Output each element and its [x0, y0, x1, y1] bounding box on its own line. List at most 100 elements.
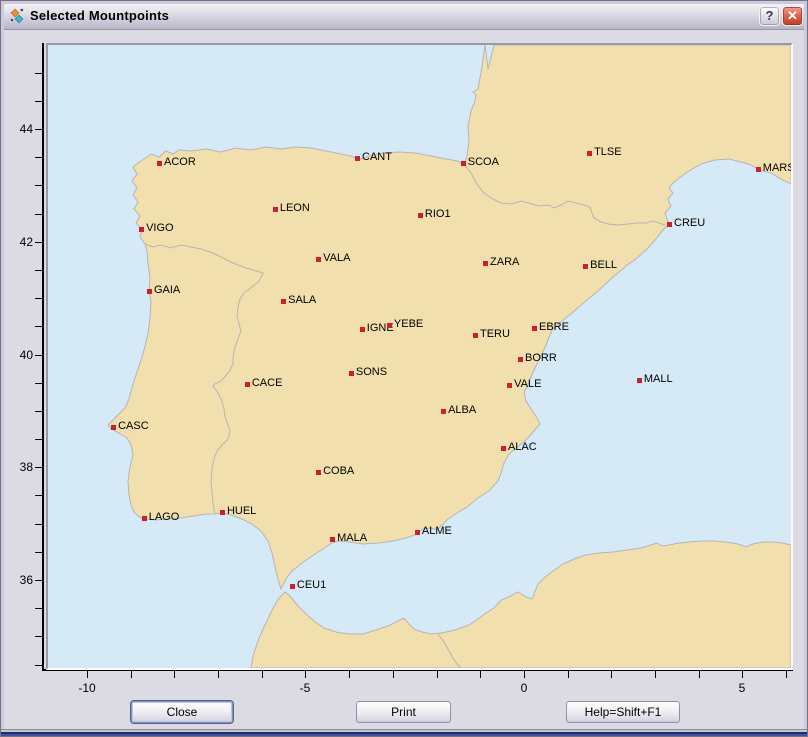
- station-label: YEBE: [394, 318, 423, 331]
- station-marker-alba[interactable]: [441, 409, 446, 414]
- dialog-window: Selected Mountpoints ? ✕ -10-50536384042…: [0, 0, 808, 737]
- station-label: BELL: [590, 259, 617, 272]
- station-marker-vale[interactable]: [507, 383, 512, 388]
- ytick: [35, 242, 42, 243]
- station-marker-mala[interactable]: [330, 537, 335, 542]
- station-marker-alac[interactable]: [501, 446, 506, 451]
- station-marker-leon[interactable]: [273, 207, 278, 212]
- title-bar[interactable]: Selected Mountpoints ? ✕: [2, 2, 808, 30]
- station-marker-cant[interactable]: [355, 156, 360, 161]
- ytick: [35, 101, 42, 102]
- ylabel: 42: [4, 235, 33, 249]
- ytick: [35, 636, 42, 637]
- station-label: GAIA: [154, 284, 180, 297]
- station-marker-mars[interactable]: [756, 167, 761, 172]
- xlabel: 0: [504, 681, 544, 695]
- xtick: [699, 671, 700, 678]
- station-marker-coba[interactable]: [316, 470, 321, 475]
- station-marker-huel[interactable]: [220, 510, 225, 515]
- window-title: Selected Mountpoints: [30, 8, 169, 23]
- titlebar-help-button[interactable]: ?: [759, 6, 780, 26]
- station-marker-vigo[interactable]: [139, 227, 144, 232]
- station-marker-tlse[interactable]: [587, 151, 592, 156]
- ytick: [35, 495, 42, 496]
- station-marker-zara[interactable]: [483, 261, 488, 266]
- station-marker-cace[interactable]: [245, 382, 250, 387]
- station-label: SCOA: [468, 156, 499, 169]
- print-button[interactable]: Print: [356, 701, 451, 723]
- station-marker-bell[interactable]: [583, 264, 588, 269]
- xtick: [742, 671, 743, 678]
- station-label: VALA: [323, 252, 350, 265]
- ytick: [35, 467, 42, 468]
- station-marker-ebre[interactable]: [532, 326, 537, 331]
- map-canvas[interactable]: ACORCANTSCOATLSEMARSLEONRIO1CREUVIGOVALA…: [48, 45, 791, 668]
- station-marker-sons[interactable]: [349, 371, 354, 376]
- station-marker-casc[interactable]: [111, 425, 116, 430]
- xtick: [174, 671, 175, 678]
- xtick: [611, 671, 612, 678]
- station-marker-mall[interactable]: [637, 378, 642, 383]
- xtick: [480, 671, 481, 678]
- station-label: MALL: [644, 373, 673, 386]
- station-label: ALME: [422, 525, 452, 538]
- station-marker-rio1[interactable]: [418, 213, 423, 218]
- xlabel: -10: [67, 681, 107, 695]
- station-marker-borr[interactable]: [518, 357, 523, 362]
- ylabel: 44: [4, 122, 33, 136]
- ytick: [35, 439, 42, 440]
- station-marker-ceu1[interactable]: [290, 584, 295, 589]
- ytick: [35, 270, 42, 271]
- xtick: [87, 671, 88, 678]
- xtick: [568, 671, 569, 678]
- help-button[interactable]: Help=Shift+F1: [566, 701, 680, 723]
- app-icon: [9, 8, 25, 24]
- station-label: LEON: [280, 202, 310, 215]
- station-marker-yebe[interactable]: [387, 323, 392, 328]
- station-label: BORR: [525, 352, 557, 365]
- ytick: [35, 665, 42, 666]
- station-label: HUEL: [227, 505, 256, 518]
- xtick: [393, 671, 394, 678]
- ylabel: 40: [4, 348, 33, 362]
- ytick: [35, 383, 42, 384]
- xtick: [305, 671, 306, 678]
- ylabel: 38: [4, 460, 33, 474]
- ytick: [35, 157, 42, 158]
- station-marker-lago[interactable]: [142, 516, 147, 521]
- station-label: TERU: [480, 328, 510, 341]
- station-marker-igne[interactable]: [360, 327, 365, 332]
- xtick: [786, 671, 787, 678]
- ytick: [35, 326, 42, 327]
- station-label: SONS: [356, 366, 387, 379]
- station-label: ALBA: [448, 404, 476, 417]
- titlebar-close-button[interactable]: ✕: [782, 6, 803, 26]
- station-marker-sala[interactable]: [281, 299, 286, 304]
- station-marker-acor[interactable]: [157, 161, 162, 166]
- station-label: TLSE: [594, 146, 622, 159]
- station-marker-creu[interactable]: [667, 222, 672, 227]
- station-label: EBRE: [539, 321, 569, 334]
- ytick: [35, 214, 42, 215]
- station-label: CASC: [118, 420, 149, 433]
- station-label: ZARA: [490, 256, 519, 269]
- xtick: [218, 671, 219, 678]
- window-bottom-edge: [1, 729, 807, 736]
- station-marker-alme[interactable]: [415, 530, 420, 535]
- station-label: LAGO: [149, 511, 180, 524]
- station-label: ACOR: [164, 156, 196, 169]
- station-label: ALAC: [508, 441, 537, 454]
- station-label: CANT: [362, 151, 392, 164]
- station-label: MARS: [763, 162, 791, 175]
- land-iberia-france: [108, 45, 791, 589]
- station-marker-teru[interactable]: [473, 333, 478, 338]
- station-marker-scoa[interactable]: [461, 161, 466, 166]
- close-button[interactable]: Close: [131, 701, 233, 723]
- station-marker-gaia[interactable]: [147, 289, 152, 294]
- station-label: COBA: [323, 465, 354, 478]
- station-label: SALA: [288, 294, 316, 307]
- station-marker-vala[interactable]: [316, 257, 321, 262]
- ytick: [35, 580, 42, 581]
- xtick: [349, 671, 350, 678]
- station-label: VALE: [514, 378, 541, 391]
